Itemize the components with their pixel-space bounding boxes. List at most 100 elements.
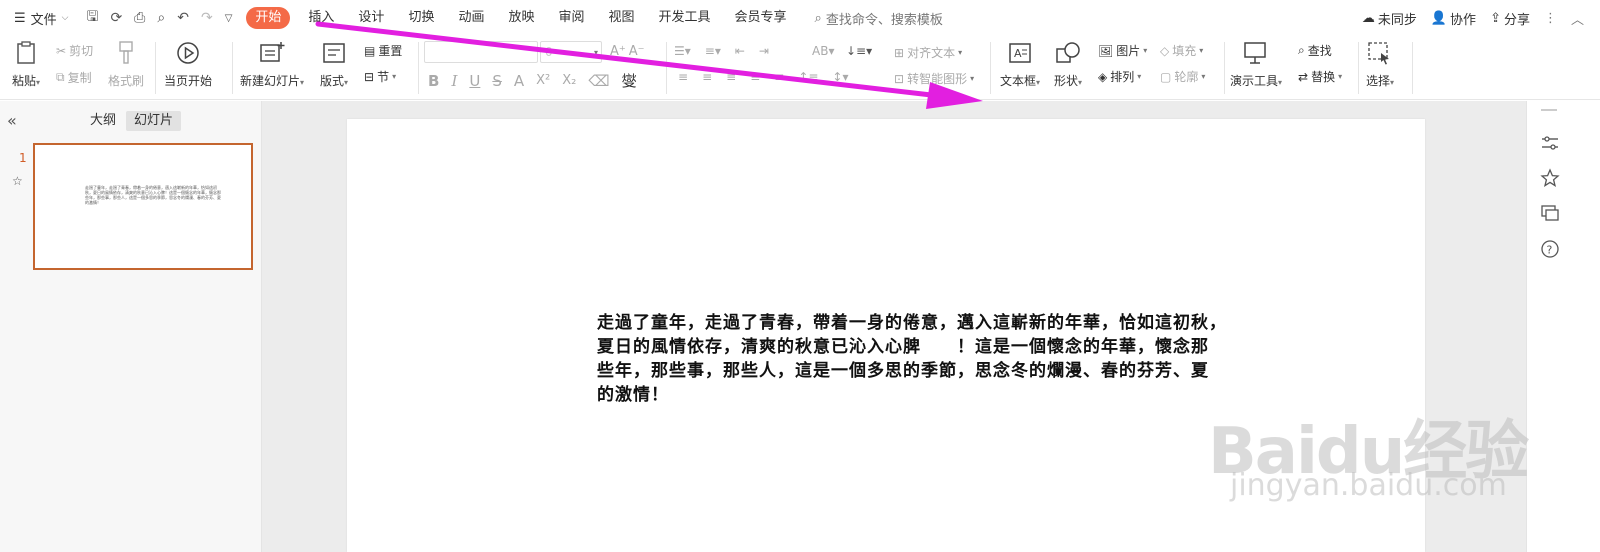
print-preview-icon[interactable]: ⌕ <box>157 10 165 26</box>
animation-star-icon: ☆ <box>12 174 23 188</box>
outline-button[interactable]: ▢ 轮廓 ▾ <box>1160 68 1205 85</box>
increase-indent-icon[interactable]: ⇥ <box>759 44 769 58</box>
play-from-current-button[interactable]: 当页开始 <box>164 40 212 89</box>
tab-animation[interactable]: 动画 <box>446 0 496 36</box>
tab-home[interactable]: 开始 <box>246 7 291 29</box>
replace-button[interactable]: ⇄ 替换 ▾ <box>1298 68 1342 85</box>
print-icon[interactable]: ⎙ <box>134 10 145 26</box>
tab-slides[interactable]: 幻灯片 <box>126 111 182 131</box>
presentation-tools-button[interactable]: 演示工具▾ <box>1230 40 1282 89</box>
command-search[interactable]: ⌕ 查找命令、搜索模板 <box>815 9 943 28</box>
collapse-ribbon-icon[interactable]: ︿ <box>1571 9 1584 28</box>
tab-outline[interactable]: 大纲 <box>82 111 124 131</box>
more-icon[interactable]: ⋮ <box>1544 11 1557 26</box>
tab-insert[interactable]: 插入 <box>296 0 346 36</box>
para-spacing-icon[interactable]: ↕▾ <box>832 70 848 84</box>
layout-button[interactable]: 版式▾ <box>320 40 348 89</box>
align-text-button[interactable]: ⊞ 对齐文本 ▾ <box>894 44 962 61</box>
superscript-icon[interactable]: X² <box>536 73 550 88</box>
align-center-icon[interactable]: ≡ <box>702 70 712 84</box>
find-button[interactable]: ⌕ 查找 <box>1298 42 1332 59</box>
align-right-icon[interactable]: ≡ <box>726 70 736 84</box>
copy-button[interactable]: ⧉ 复制 <box>56 69 92 86</box>
select-button[interactable]: 选择▾ <box>1366 40 1394 89</box>
help-icon[interactable]: ? <box>1540 239 1560 259</box>
layout-label: 版式 <box>320 74 345 88</box>
decrease-font-icon[interactable]: A⁻ <box>629 44 645 59</box>
shape-button[interactable]: 形状▾ <box>1054 40 1082 89</box>
increase-font-icon[interactable]: A⁺ <box>610 44 626 59</box>
tab-slideshow[interactable]: 放映 <box>496 0 546 36</box>
cloud-save-icon[interactable]: ⟳ <box>110 10 122 26</box>
align-text-icon: ⊞ <box>894 45 905 60</box>
smartart-button[interactable]: ⊡ 转智能图形 ▾ <box>894 70 974 87</box>
paste-button[interactable]: 粘贴▾ <box>12 40 40 89</box>
slide-panel: « 大纲 幻灯片 1 ☆ 走過了童年，走過了青春，帶着一身的倦意，邁入這嶄新的年… <box>0 101 262 552</box>
sync-status[interactable]: ☁ 未同步 <box>1362 9 1417 28</box>
align-left-icon[interactable]: ≡ <box>678 70 688 84</box>
font-family-select[interactable] <box>424 41 538 63</box>
star-pin-icon[interactable] <box>1540 168 1560 188</box>
picture-button[interactable]: 🖼 图片 ▾ <box>1098 42 1147 59</box>
italic-icon[interactable]: I <box>451 72 457 90</box>
phonetic-icon[interactable]: 燮 <box>622 70 637 91</box>
fill-icon: ◇ <box>1160 43 1170 58</box>
tab-member[interactable]: 会员专享 <box>723 0 799 36</box>
search-icon: ⌕ <box>814 10 822 26</box>
share-label: 分享 <box>1503 12 1530 28</box>
tab-transition[interactable]: 切换 <box>396 0 446 36</box>
ribbon-separator <box>1224 42 1225 94</box>
arrange-label: 排列 <box>1110 70 1135 84</box>
distribute-icon[interactable]: ≡ <box>774 70 784 84</box>
section-button[interactable]: ⊟ 节 ▾ <box>364 68 396 85</box>
slide[interactable]: 走過了童年，走過了青春，帶着一身的倦意，邁入這嶄新的年華，恰如這初秋， 夏日的風… <box>347 119 1425 552</box>
comments-icon[interactable] <box>1540 203 1560 223</box>
justify-icon[interactable]: ≡ <box>750 70 760 84</box>
arrange-button[interactable]: ◈ 排列 ▾ <box>1098 68 1141 85</box>
undo-icon[interactable]: ↶ <box>177 10 189 26</box>
sort-button[interactable]: ↓≡▾ <box>846 44 872 58</box>
slide-textbox[interactable]: 走過了童年，走過了青春，帶着一身的倦意，邁入這嶄新的年華，恰如這初秋， 夏日的風… <box>597 311 1317 407</box>
slide-thumbnail[interactable]: 走過了童年，走過了青春，帶着一身的倦意，邁入這嶄新的年華，恰如這初秋，夏日的風情… <box>33 143 253 270</box>
line-spacing-icon[interactable]: ↕≡ <box>798 70 818 84</box>
bold-icon[interactable]: B <box>428 72 439 90</box>
share-button[interactable]: ⇪ 分享 <box>1490 9 1530 28</box>
textbox-button[interactable]: A 文本框▾ <box>1000 40 1040 89</box>
font-size-select[interactable]: 0 ▾ <box>540 41 602 63</box>
picture-icon: 🖼 <box>1098 43 1114 58</box>
new-slide-button[interactable]: 新建幻灯片▾ <box>240 40 304 89</box>
bullet-list-icon[interactable]: ☰▾ <box>674 44 691 58</box>
tab-view[interactable]: 视图 <box>597 0 647 36</box>
play-icon <box>175 40 201 66</box>
align-text-label: 对齐文本 <box>907 46 956 60</box>
decrease-indent-icon[interactable]: ⇤ <box>735 44 745 58</box>
customize-toolbar-icon[interactable]: ▽ <box>225 13 233 24</box>
cut-button[interactable]: ✂ 剪切 <box>56 42 93 59</box>
fill-button[interactable]: ◇ 填充 ▾ <box>1160 42 1203 59</box>
settings-sliders-icon[interactable] <box>1540 133 1560 153</box>
text-case-button[interactable]: AB▾ <box>812 44 834 58</box>
font-size-adjust[interactable]: A⁺ A⁻ <box>610 44 645 59</box>
underline-icon[interactable]: U <box>469 72 480 90</box>
ribbon-separator <box>1358 42 1359 94</box>
ribbon-separator <box>990 42 991 94</box>
collapse-panel-icon[interactable]: « <box>7 111 17 130</box>
tab-review[interactable]: 审阅 <box>546 0 596 36</box>
collaborate-button[interactable]: 👤 协作 <box>1431 9 1476 28</box>
reset-button[interactable]: ▤ 重置 <box>364 42 402 59</box>
redo-icon[interactable]: ↷ <box>201 10 213 26</box>
chevron-down-icon: ⌵ <box>61 13 69 23</box>
format-painter-label: 格式刷 <box>108 74 145 88</box>
font-color-icon[interactable]: A <box>514 72 524 90</box>
file-menu[interactable]: ☰ 文件 ⌵ <box>14 9 69 28</box>
numbered-list-icon[interactable]: ≡▾ <box>705 44 721 58</box>
tab-developer[interactable]: 开发工具 <box>647 0 723 36</box>
subscript-icon[interactable]: X₂ <box>562 73 576 88</box>
reset-label: 重置 <box>378 44 403 58</box>
format-painter-button[interactable]: 格式刷 <box>108 40 144 89</box>
save-icon[interactable]: 🖫 <box>87 6 99 30</box>
clear-format-icon[interactable]: ⌫ <box>588 72 609 90</box>
tab-design[interactable]: 设计 <box>346 0 396 36</box>
slide-number: 1 <box>19 151 27 165</box>
strikethrough-icon[interactable]: S <box>492 72 502 90</box>
